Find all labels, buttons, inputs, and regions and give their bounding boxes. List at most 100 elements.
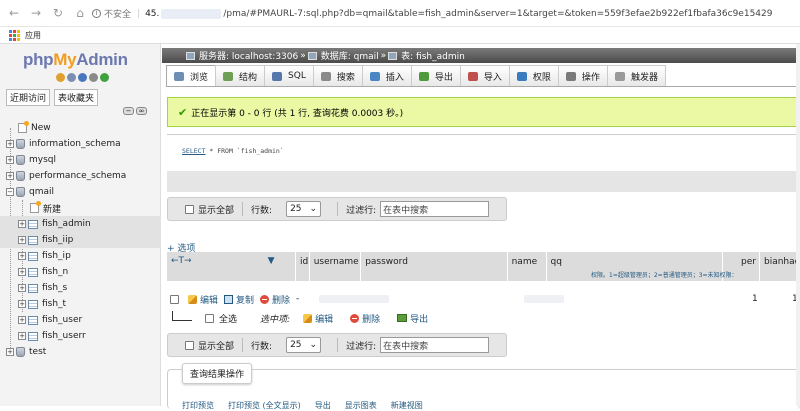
- tab-import[interactable]: 导入: [460, 65, 510, 86]
- tree-db-information-schema[interactable]: + information_schema: [0, 136, 161, 152]
- expand-icon[interactable]: +: [6, 172, 14, 180]
- bulk-delete-button[interactable]: 删除: [350, 312, 380, 325]
- expand-icon[interactable]: +: [18, 220, 26, 228]
- recent-tables-button[interactable]: 近期访问: [6, 89, 50, 106]
- expand-icon[interactable]: +: [18, 252, 26, 260]
- expand-icon[interactable]: +: [18, 316, 26, 324]
- col-username[interactable]: username: [310, 252, 361, 281]
- breadcrumb-server[interactable]: 服务器: localhost:3306: [199, 49, 298, 62]
- reload-icon[interactable]: ↻: [50, 6, 66, 20]
- tree-table-fish-admin[interactable]: + fish_admin: [0, 216, 161, 232]
- tab-insert[interactable]: 插入: [362, 65, 412, 86]
- sql-icon: [272, 72, 282, 81]
- tree-db-test[interactable]: + test: [0, 344, 161, 360]
- phpmyadmin-logo[interactable]: phpMyAdmin: [23, 50, 128, 70]
- row-checkbox[interactable]: [170, 295, 179, 304]
- tree-db-mysql[interactable]: + mysql: [0, 152, 161, 168]
- sql-keyword[interactable]: SELECT: [182, 147, 205, 155]
- rows-select[interactable]: 25⌄: [286, 201, 321, 217]
- row-copy-button[interactable]: 复制: [224, 293, 254, 306]
- back-icon[interactable]: ←: [6, 6, 22, 20]
- sql-query[interactable]: SELECT * FROM `fish_admin`: [167, 135, 800, 171]
- row-delete-button[interactable]: 删除: [260, 293, 290, 306]
- tab-operations[interactable]: 操作: [558, 65, 608, 86]
- sort-glyph-cell[interactable]: ←T→ ▼: [167, 252, 296, 281]
- tab-sql[interactable]: SQL: [264, 65, 314, 86]
- tab-structure[interactable]: 结构: [215, 65, 265, 86]
- favorite-tables-button[interactable]: 表收藏夹: [54, 89, 98, 106]
- sort-dropdown-icon[interactable]: ▼: [268, 256, 275, 266]
- tree-table-fish-ip[interactable]: + fish_ip: [0, 248, 161, 264]
- show-all-checkbox[interactable]: [185, 205, 194, 214]
- reload-navigation-icon[interactable]: [100, 73, 109, 82]
- settings-icon[interactable]: [89, 73, 98, 82]
- col-password[interactable]: password: [361, 252, 507, 281]
- collapse-icon[interactable]: −: [6, 188, 14, 196]
- expand-icon[interactable]: +: [6, 348, 14, 356]
- tree-table-fish-iip[interactable]: + fish_iip: [0, 232, 161, 248]
- database-tree: New + information_schema + mysql + perfo…: [0, 120, 161, 360]
- tree-db-qmail[interactable]: − qmail: [0, 184, 161, 200]
- apps-bookmark[interactable]: 应用: [25, 30, 41, 41]
- rows-value: 25: [290, 340, 301, 350]
- database-icon: [16, 187, 25, 197]
- tab-triggers[interactable]: 触发器: [607, 65, 666, 86]
- tree-label: fish_ip: [42, 251, 71, 261]
- tree-table-fish-user[interactable]: + fish_user: [0, 312, 161, 328]
- col-bianhao[interactable]: bianhao: [760, 252, 800, 281]
- sidebar-tabs: 近期访问 表收藏夹: [6, 89, 98, 106]
- collapse-all-icon[interactable]: −: [123, 107, 134, 115]
- expand-icon[interactable]: +: [18, 236, 26, 244]
- filter-rows-input[interactable]: 在表中搜索: [380, 337, 489, 353]
- tab-export[interactable]: 导出: [411, 65, 461, 86]
- success-message: ✔ 正在显示第 0 - 0 行 (共 1 行, 查询花费 0.0003 秒。): [167, 97, 800, 127]
- show-all-checkbox[interactable]: [185, 341, 194, 350]
- col-name[interactable]: name: [508, 252, 547, 281]
- scrollbar[interactable]: [796, 44, 800, 406]
- bulk-export-button[interactable]: 导出: [397, 312, 428, 325]
- tree-item-new[interactable]: New: [0, 120, 161, 136]
- tree-label: fish_t: [42, 299, 66, 309]
- home-icon[interactable]: ⌂: [72, 6, 88, 20]
- forward-icon[interactable]: →: [28, 6, 44, 20]
- expand-icon[interactable]: +: [18, 284, 26, 292]
- row-edit-button[interactable]: 编辑: [188, 293, 218, 306]
- logout-icon[interactable]: [67, 73, 76, 82]
- bulk-edit-button[interactable]: 编辑: [303, 312, 333, 325]
- filter-rows-input[interactable]: 在表中搜索: [380, 201, 489, 217]
- info-icon[interactable]: i: [92, 9, 101, 18]
- link-with-main-icon[interactable]: ∞: [136, 107, 147, 115]
- expand-icon[interactable]: +: [18, 300, 26, 308]
- tab-privileges[interactable]: 权限: [509, 65, 559, 86]
- breadcrumb-table[interactable]: 表: fish_admin: [401, 49, 465, 62]
- column-arrows-icon[interactable]: ←T→: [171, 256, 192, 266]
- rows-select[interactable]: 25⌄: [286, 337, 321, 353]
- address-bar[interactable]: i 不安全 | 45. /pma/#PMAURL-7:sql.php?db=qm…: [92, 4, 800, 23]
- col-id[interactable]: id: [296, 252, 310, 281]
- tree-label: fish_user: [42, 315, 82, 325]
- expand-icon[interactable]: +: [18, 332, 26, 340]
- tree-table-fish-n[interactable]: + fish_n: [0, 264, 161, 280]
- tab-browse[interactable]: 浏览: [166, 65, 216, 86]
- filter-label: 过滤行:: [346, 203, 376, 216]
- select-all-label[interactable]: 全选: [219, 312, 237, 325]
- tree-table-fish-userr[interactable]: + fish_userr: [0, 328, 161, 344]
- breadcrumb-database[interactable]: 数据库: qmail: [321, 49, 379, 62]
- expand-icon[interactable]: +: [6, 156, 14, 164]
- tree-table-fish-s[interactable]: + fish_s: [0, 280, 161, 296]
- expand-icon[interactable]: +: [18, 268, 26, 276]
- tree-qmail-new-table[interactable]: 新建: [0, 200, 161, 216]
- delete-label: 删除: [362, 312, 380, 325]
- home-icon[interactable]: [56, 73, 65, 82]
- navigation-bar-top: 显示全部 行数: 25⌄ 过滤行: 在表中搜索: [167, 197, 507, 221]
- tree-label: 新建: [43, 202, 61, 215]
- apps-grid-icon[interactable]: [9, 30, 20, 41]
- tree-table-fish-t[interactable]: + fish_t: [0, 296, 161, 312]
- select-all-checkbox[interactable]: [205, 314, 214, 323]
- tab-search[interactable]: 搜索: [313, 65, 363, 86]
- tree-db-performance-schema[interactable]: + performance_schema: [0, 168, 161, 184]
- success-text: 正在显示第 0 - 0 行 (共 1 行, 查询花费 0.0003 秒。): [191, 106, 403, 119]
- help-icon[interactable]: [78, 73, 87, 82]
- table-icon: [28, 236, 38, 245]
- expand-icon[interactable]: +: [6, 140, 14, 148]
